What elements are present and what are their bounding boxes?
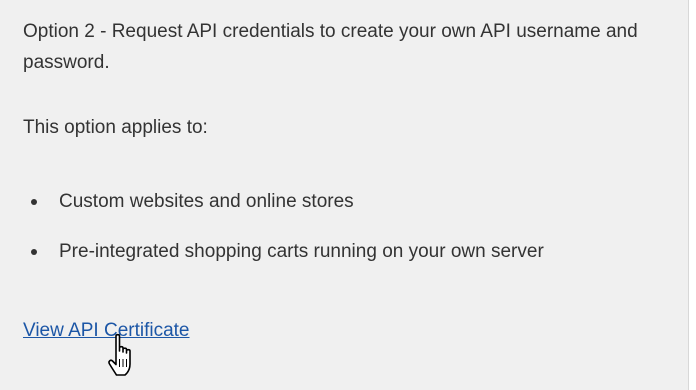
option-heading: Option 2 - Request API credentials to cr…: [23, 21, 638, 73]
bullet-icon: [31, 249, 37, 255]
api-credentials-option-panel: Option 2 - Request API credentials to cr…: [0, 0, 689, 390]
applies-to-label: This option applies to:: [23, 117, 208, 138]
applies-to-list: Custom websites and online stores Pre-in…: [0, 186, 544, 286]
bullet-icon: [31, 199, 37, 205]
list-item: Pre-integrated shopping carts running on…: [0, 236, 544, 267]
hand-pointer-icon: [108, 333, 131, 376]
list-item: Custom websites and online stores: [0, 186, 544, 217]
list-item-label: Pre-integrated shopping carts running on…: [59, 241, 544, 262]
list-item-label: Custom websites and online stores: [59, 191, 354, 212]
